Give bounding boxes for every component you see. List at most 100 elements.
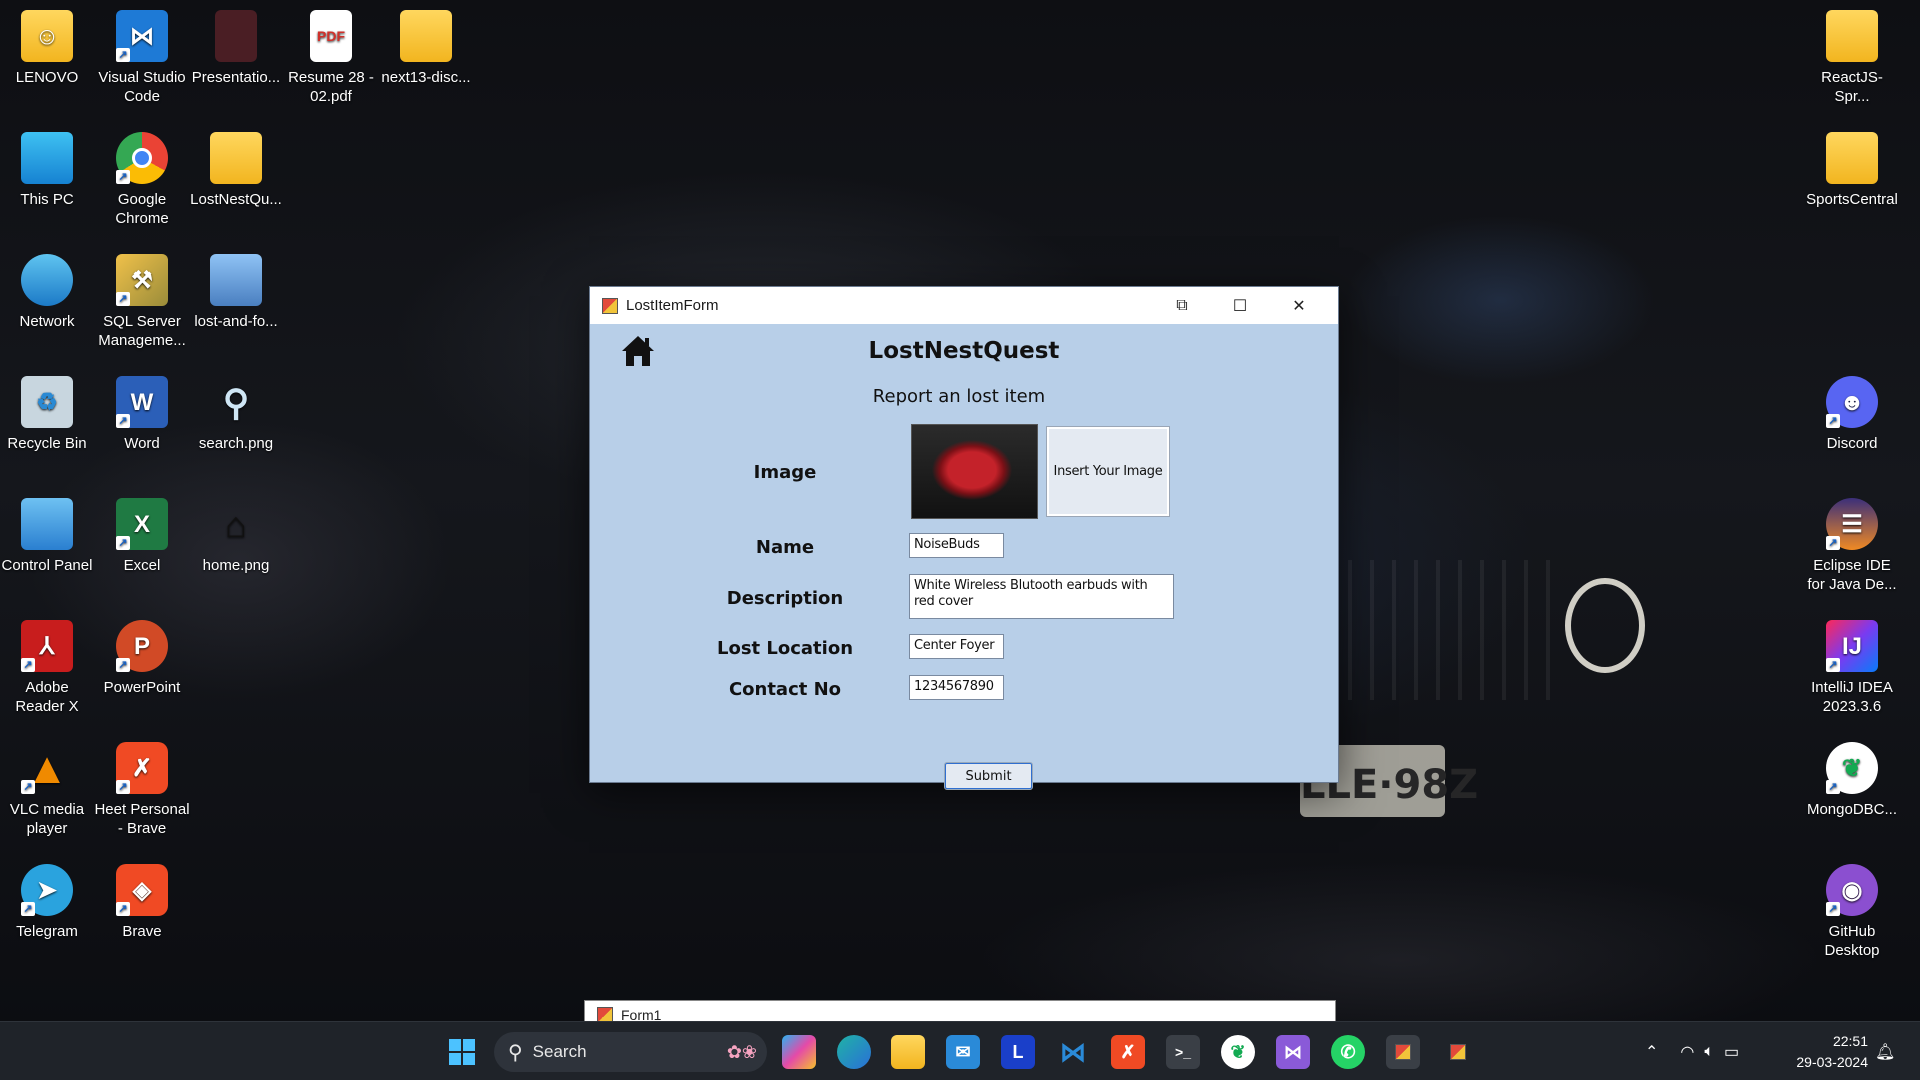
desktop-icon-adobe-reader[interactable]: ⅄ ↗ Adobe Reader X: [0, 620, 95, 716]
monitor-icon: [21, 132, 73, 184]
item-image-preview: [911, 424, 1038, 519]
desktop-icon-lenovo[interactable]: ☺ LENOVO: [0, 10, 95, 87]
powerpoint-icon: P ↗: [116, 620, 168, 672]
desktop-icon-label: IntelliJ IDEA 2023.3.6: [1811, 679, 1893, 715]
desktop-icon-resume[interactable]: PDF Resume 28 - 02.pdf: [283, 10, 379, 106]
desktop-icon-presentation[interactable]: Presentatio...: [188, 10, 284, 87]
file-explorer-icon[interactable]: [891, 1035, 925, 1069]
desktop-icon-sql-server[interactable]: ⚒ ↗ SQL Server Manageme...: [94, 254, 190, 350]
visual-studio-icon[interactable]: ⋈: [1276, 1035, 1310, 1069]
lost-item-form-window: LostItemForm ⧉ ☐ ✕ LostNestQuest Report …: [589, 286, 1339, 790]
desktop-icon-github-desktop[interactable]: ◉ ↗ GitHub Desktop: [1804, 864, 1900, 960]
desktop-icon-search-png[interactable]: ⚲ search.png: [188, 376, 284, 453]
desktop-icon-label: MongoDBC...: [1806, 801, 1898, 818]
winforms-app-icon[interactable]: [1386, 1035, 1420, 1069]
edge-icon[interactable]: [837, 1035, 871, 1069]
vlc-icon: ▲ ↗: [21, 742, 73, 794]
desktop-icon-label: Heet Personal - Brave: [94, 801, 190, 837]
desktop-icon-label: ReactJS-Spr...: [1821, 69, 1883, 105]
wallpaper-headlight: [1565, 578, 1645, 673]
notification-bell-icon[interactable]: 🔔︎: [1875, 1022, 1895, 1080]
sql-server-icon: ⚒ ↗: [116, 254, 168, 306]
desktop-icon-eclipse[interactable]: ☰ ↗ Eclipse IDE for Java De...: [1804, 498, 1900, 594]
windows-start-icon[interactable]: [445, 1035, 479, 1069]
desktop-icon-telegram[interactable]: ➤ ↗ Telegram: [0, 864, 95, 941]
desktop-icon-label: PowerPoint: [103, 679, 181, 696]
volume-icon[interactable]: 🔈︎: [1704, 1043, 1714, 1061]
desktop-icon-excel[interactable]: X ↗ Excel: [94, 498, 190, 575]
image-label: Image: [753, 462, 817, 483]
system-tray: ⌃ ◠ 🔈︎ ▭: [1645, 1022, 1739, 1080]
desktop-icon-label: Google Chrome: [115, 191, 169, 227]
desktop-icon-lost-and-found[interactable]: lost-and-fo...: [188, 254, 284, 331]
name-label: Name: [755, 537, 815, 558]
desktop-icon-vlc[interactable]: ▲ ↗ VLC media player: [0, 742, 95, 838]
github-desktop-icon: ◉ ↗: [1826, 864, 1878, 916]
vscode-icon[interactable]: ⋈: [1056, 1035, 1090, 1069]
chevron-up-icon[interactable]: ⌃: [1645, 1042, 1658, 1062]
desktop-icon-this-pc[interactable]: This PC: [0, 132, 95, 209]
eclipse-icon: ☰ ↗: [1826, 498, 1878, 550]
desktop-icon-discord[interactable]: ☻ ↗ Discord: [1804, 376, 1900, 453]
desktop-icon-network[interactable]: Network: [0, 254, 95, 331]
restore-button[interactable]: ⧉: [1153, 287, 1211, 324]
folder-icon: [210, 132, 262, 184]
desktop-icon-home-png[interactable]: ⌂ home.png: [188, 498, 284, 575]
clock-time: 22:51: [1832, 1033, 1868, 1049]
lost-location-field[interactable]: Center Foyer: [909, 634, 1004, 659]
mongodb-icon: ❦ ↗: [1826, 742, 1878, 794]
desktop-icon-word[interactable]: W ↗ Word: [94, 376, 190, 453]
desktop-icon-label: SportsCentral: [1806, 191, 1898, 208]
desktop-icon-intellij[interactable]: IJ ↗ IntelliJ IDEA 2023.3.6: [1804, 620, 1900, 716]
copilot-icon[interactable]: [782, 1035, 816, 1069]
taskbar-clock[interactable]: 22:51 29-03-2024: [1796, 1031, 1868, 1073]
desktop-icon-lostnestquest[interactable]: LostNestQu...: [188, 132, 284, 209]
winforms-app-icon: [602, 297, 618, 314]
brave-icon[interactable]: ✗: [1111, 1035, 1145, 1069]
mail-icon[interactable]: ✉: [946, 1035, 980, 1069]
wifi-icon[interactable]: ◠: [1680, 1042, 1694, 1062]
taskbar-search-box[interactable]: ⚲ Search ✿❀: [494, 1032, 767, 1072]
recycle-bin-icon: ♻: [21, 376, 73, 428]
desktop-icon-label: Adobe Reader X: [15, 679, 79, 715]
insert-image-button[interactable]: Insert Your Image: [1046, 426, 1170, 517]
search-icon: ⚲: [508, 1041, 523, 1064]
contact-no-field[interactable]: 1234567890: [909, 675, 1004, 700]
submit-button[interactable]: Submit: [944, 762, 1033, 790]
desktop-icon-label: LENOVO: [15, 69, 79, 86]
name-field[interactable]: NoiseBuds: [909, 533, 1004, 558]
home-image-icon: ⌂: [225, 503, 247, 545]
window-titlebar[interactable]: LostItemForm ⧉ ☐ ✕: [590, 287, 1338, 324]
desktop-icon-control-panel[interactable]: Control Panel: [0, 498, 95, 575]
desktop-icon-recycle-bin[interactable]: ♻ Recycle Bin: [0, 376, 95, 453]
terminal-icon[interactable]: >_: [1166, 1035, 1200, 1069]
desktop-icon-powerpoint[interactable]: P ↗ PowerPoint: [94, 620, 190, 697]
desktop-icon-label: lost-and-fo...: [194, 313, 278, 330]
desktop-icon-label: Network: [19, 313, 75, 330]
maximize-button[interactable]: ☐: [1211, 287, 1269, 324]
desktop-icon-label: Brave: [122, 923, 162, 940]
l-app-icon[interactable]: L: [1001, 1035, 1035, 1069]
desktop-icon-mongodb[interactable]: ❦ ↗ MongoDBC...: [1804, 742, 1900, 819]
desktop-icon-label: SQL Server Manageme...: [98, 313, 186, 349]
description-field[interactable]: White Wireless Blutooth earbuds with red…: [909, 574, 1174, 619]
desktop-icon-brave[interactable]: ◈ ↗ Brave: [94, 864, 190, 941]
battery-icon[interactable]: ▭: [1724, 1042, 1739, 1062]
mongodb-icon[interactable]: ❦: [1221, 1035, 1255, 1069]
desktop-icon-sportscentral[interactable]: SportsCentral: [1804, 132, 1900, 209]
control-panel-icon: [21, 498, 73, 550]
whatsapp-icon[interactable]: ✆: [1331, 1035, 1365, 1069]
desktop-icon-chrome[interactable]: ↗ Google Chrome: [94, 132, 190, 228]
desktop-icon-reactjs[interactable]: ReactJS-Spr...: [1804, 10, 1900, 106]
desktop-icon-vscode[interactable]: ⋈ ↗ Visual Studio Code: [94, 10, 190, 106]
desktop-icon-label: Word: [124, 435, 160, 452]
word-icon: W ↗: [116, 376, 168, 428]
close-button[interactable]: ✕: [1270, 287, 1328, 324]
telegram-icon: ➤ ↗: [21, 864, 73, 916]
desktop-icon-heet-brave[interactable]: ✗ ↗ Heet Personal - Brave: [94, 742, 190, 838]
winforms-app-icon[interactable]: [1441, 1035, 1475, 1069]
desktop-icon-next13[interactable]: next13-disc...: [378, 10, 474, 87]
excel-icon: X ↗: [116, 498, 168, 550]
desktop-icon-label: Discord: [1826, 435, 1878, 452]
chrome-icon: ↗: [116, 132, 168, 184]
